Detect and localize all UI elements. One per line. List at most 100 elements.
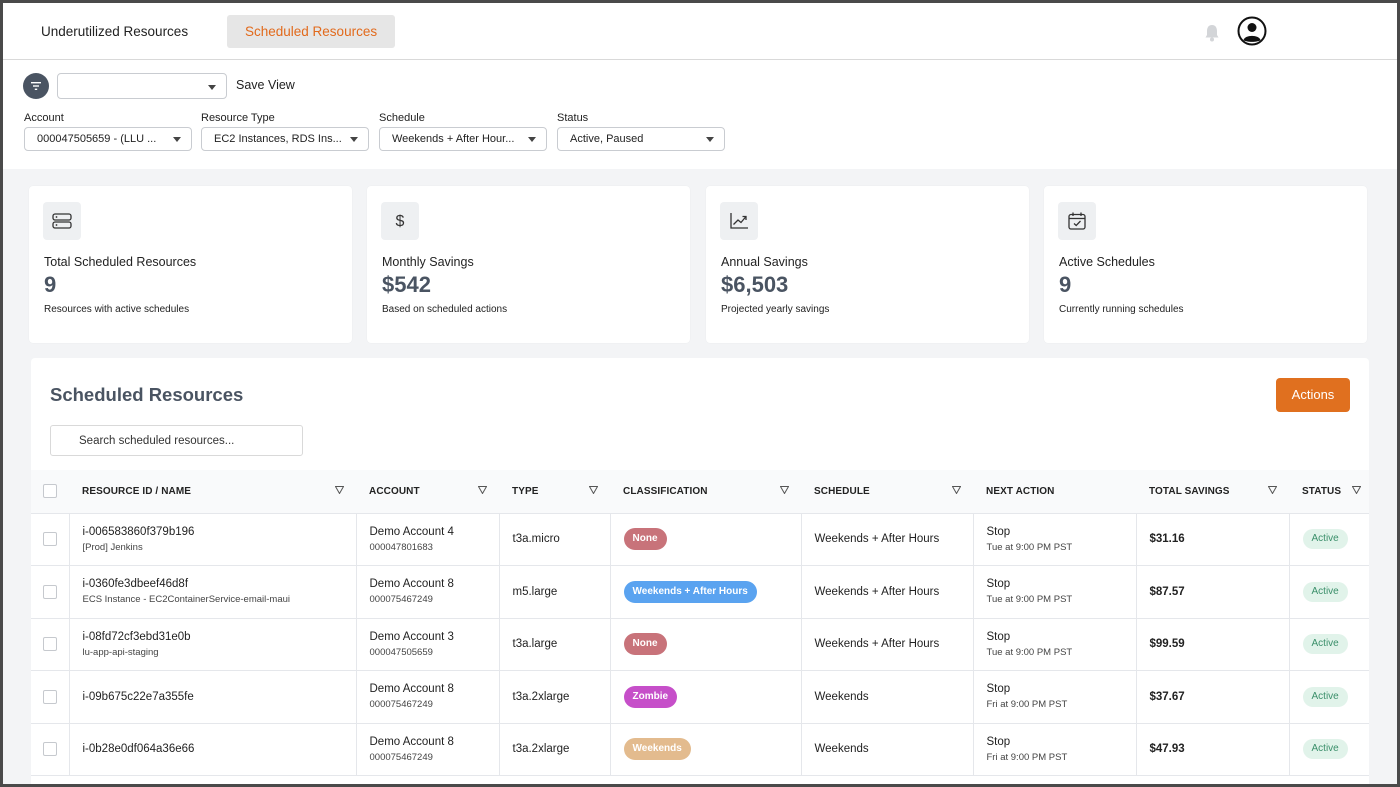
kpi-title: Monthly Savings [382,255,474,269]
column-header-label: NEXT ACTION [986,485,1055,497]
classification-cell: None [610,618,802,671]
table-row[interactable]: i-09b675c22e7a355fe Demo Account 8 000075… [31,670,1369,724]
row-checkbox[interactable] [43,637,57,652]
classification-badge: Weekends + After Hours [623,580,757,603]
filter-icon[interactable] [780,486,789,494]
chevron-down-icon [173,137,181,142]
kpi-title: Annual Savings [721,255,808,269]
account-id: 000047801683 [369,541,433,553]
account-name: Demo Account 8 [369,735,454,748]
column-header-label: RESOURCE ID / NAME [82,485,192,497]
row-checkbox[interactable] [43,532,57,547]
account-id: 000075467249 [369,699,433,711]
account-filter-select[interactable]: 000047505659 - (LLU ... [24,127,192,151]
row-checkbox[interactable] [43,584,57,599]
next-action-time: Tue at 9:00 PM PST [986,646,1073,658]
next-action-cell: Stop Tue at 9:00 PM PST [973,513,1137,566]
row-checkbox[interactable] [43,742,57,757]
status-filter-select[interactable]: Active, Paused [557,127,725,151]
savings-cell: $31.16 [1136,513,1290,566]
panel-title: Scheduled Resources [50,384,244,405]
row-checkbox[interactable] [43,689,57,704]
tab-scheduled-resources[interactable]: Scheduled Resources [227,15,396,48]
type-cell: t3a.2xlarge [499,723,611,776]
kpi-card-total-scheduled: Total Scheduled Resources 9 Resources wi… [29,186,352,343]
status-cell: Active [1289,670,1369,724]
kpi-subtitle: Currently running schedules [1059,304,1184,315]
kpi-title: Active Schedules [1059,255,1155,269]
table-row[interactable]: i-0b28e0df064a36e66 Demo Account 8 000075… [31,723,1369,776]
column-header[interactable]: TYPE [499,470,610,514]
saved-view-select[interactable] [57,73,227,99]
resource-type-filter-label: Resource Type [201,112,275,124]
chevron-down-icon [350,137,358,142]
column-header-label: ACCOUNT [369,485,420,497]
column-header-label: TOTAL SAVINGS [1149,485,1230,497]
column-header[interactable]: CLASSIFICATION [610,470,801,514]
kpi-subtitle: Projected yearly savings [721,304,830,315]
column-header[interactable]: RESOURCE ID / NAME [69,470,356,514]
account-id: 000075467249 [369,594,433,606]
schedule-cell: Weekends + After Hours [801,618,974,671]
next-action-cell: Stop Fri at 9:00 PM PST [973,723,1137,776]
resource-id[interactable]: i-0b28e0df064a36e66 [83,743,195,755]
actions-button[interactable]: Actions [1276,378,1350,412]
resource-cell: i-08fd72cf3ebd31e0b lu-app-api-staging [69,618,357,671]
filter-icon[interactable] [952,486,961,494]
resource-id[interactable]: i-006583860f379b196 [83,526,195,538]
filter-icon[interactable] [1352,486,1361,494]
table-row[interactable]: i-0360fe3dbeef46d8f ECS Instance - EC2Con… [31,565,1369,619]
status-badge: Active [1302,581,1348,602]
table-row[interactable]: i-006583860f379b196 [Prod] Jenkins Demo A… [31,513,1369,566]
resource-type-filter-select[interactable]: EC2 Instances, RDS Ins... [201,127,369,151]
account-cell: Demo Account 8 000075467249 [356,565,500,619]
filter-icon[interactable] [335,486,344,494]
filter-toggle-button[interactable] [23,73,49,99]
status-cell: Active [1289,513,1369,566]
column-header[interactable]: NEXT ACTION [973,470,1136,514]
classification-badge: Zombie [623,685,678,708]
filter-icon[interactable] [478,486,487,494]
resource-id[interactable]: i-09b675c22e7a355fe [83,691,194,703]
search-input[interactable] [50,425,303,456]
user-avatar-icon[interactable] [1237,16,1267,46]
row-select-cell [31,513,70,566]
kpi-subtitle: Based on scheduled actions [382,304,508,315]
filter-icon[interactable] [589,486,598,494]
save-view-button[interactable]: Save View [236,78,295,92]
next-action: Stop [986,630,1011,643]
column-header[interactable]: STATUS [1289,470,1369,514]
select-all-checkbox[interactable] [43,484,57,499]
resource-name: ECS Instance - EC2ContainerService-email… [82,594,291,606]
chevron-down-icon [208,85,216,90]
resource-id[interactable]: i-08fd72cf3ebd31e0b [83,631,191,643]
savings-cell: $99.59 [1136,618,1290,671]
schedule-filter-select[interactable]: Weekends + After Hour... [379,127,547,151]
status-cell: Active [1289,565,1369,619]
bell-icon[interactable] [1203,23,1221,43]
column-header-label: STATUS [1302,485,1342,497]
resource-cell: i-0b28e0df064a36e66 [69,723,357,776]
row-select-cell [31,723,70,776]
trend-chart-icon [720,202,758,240]
kpi-card-annual-savings: Annual Savings $6,503 Projected yearly s… [706,186,1029,343]
column-header-label: SCHEDULE [814,485,870,497]
status-filter-label: Status [557,112,589,124]
column-header-label: CLASSIFICATION [623,485,708,497]
filter-icon[interactable] [1268,486,1277,494]
table-row[interactable]: i-08fd72cf3ebd31e0b lu-app-api-staging De… [31,618,1369,671]
column-header[interactable]: ACCOUNT [356,470,499,514]
next-action: Stop [986,578,1011,591]
account-cell: Demo Account 8 000075467249 [356,670,500,724]
column-header[interactable]: TOTAL SAVINGS [1136,470,1289,514]
column-header[interactable]: SCHEDULE [801,470,973,514]
resource-name: lu-app-api-staging [82,646,159,658]
table-body: i-006583860f379b196 [Prod] Jenkins Demo A… [31,513,1369,776]
resource-id[interactable]: i-0360fe3dbeef46d8f [83,578,189,590]
column-header-label: TYPE [512,485,539,497]
next-action: Stop [986,525,1011,538]
tab-underutilized-resources[interactable]: Underutilized Resources [23,15,206,48]
kpi-value: 9 [1059,272,1072,297]
schedule-filter-label: Schedule [379,112,425,124]
resource-cell: i-0360fe3dbeef46d8f ECS Instance - EC2Con… [69,565,357,619]
